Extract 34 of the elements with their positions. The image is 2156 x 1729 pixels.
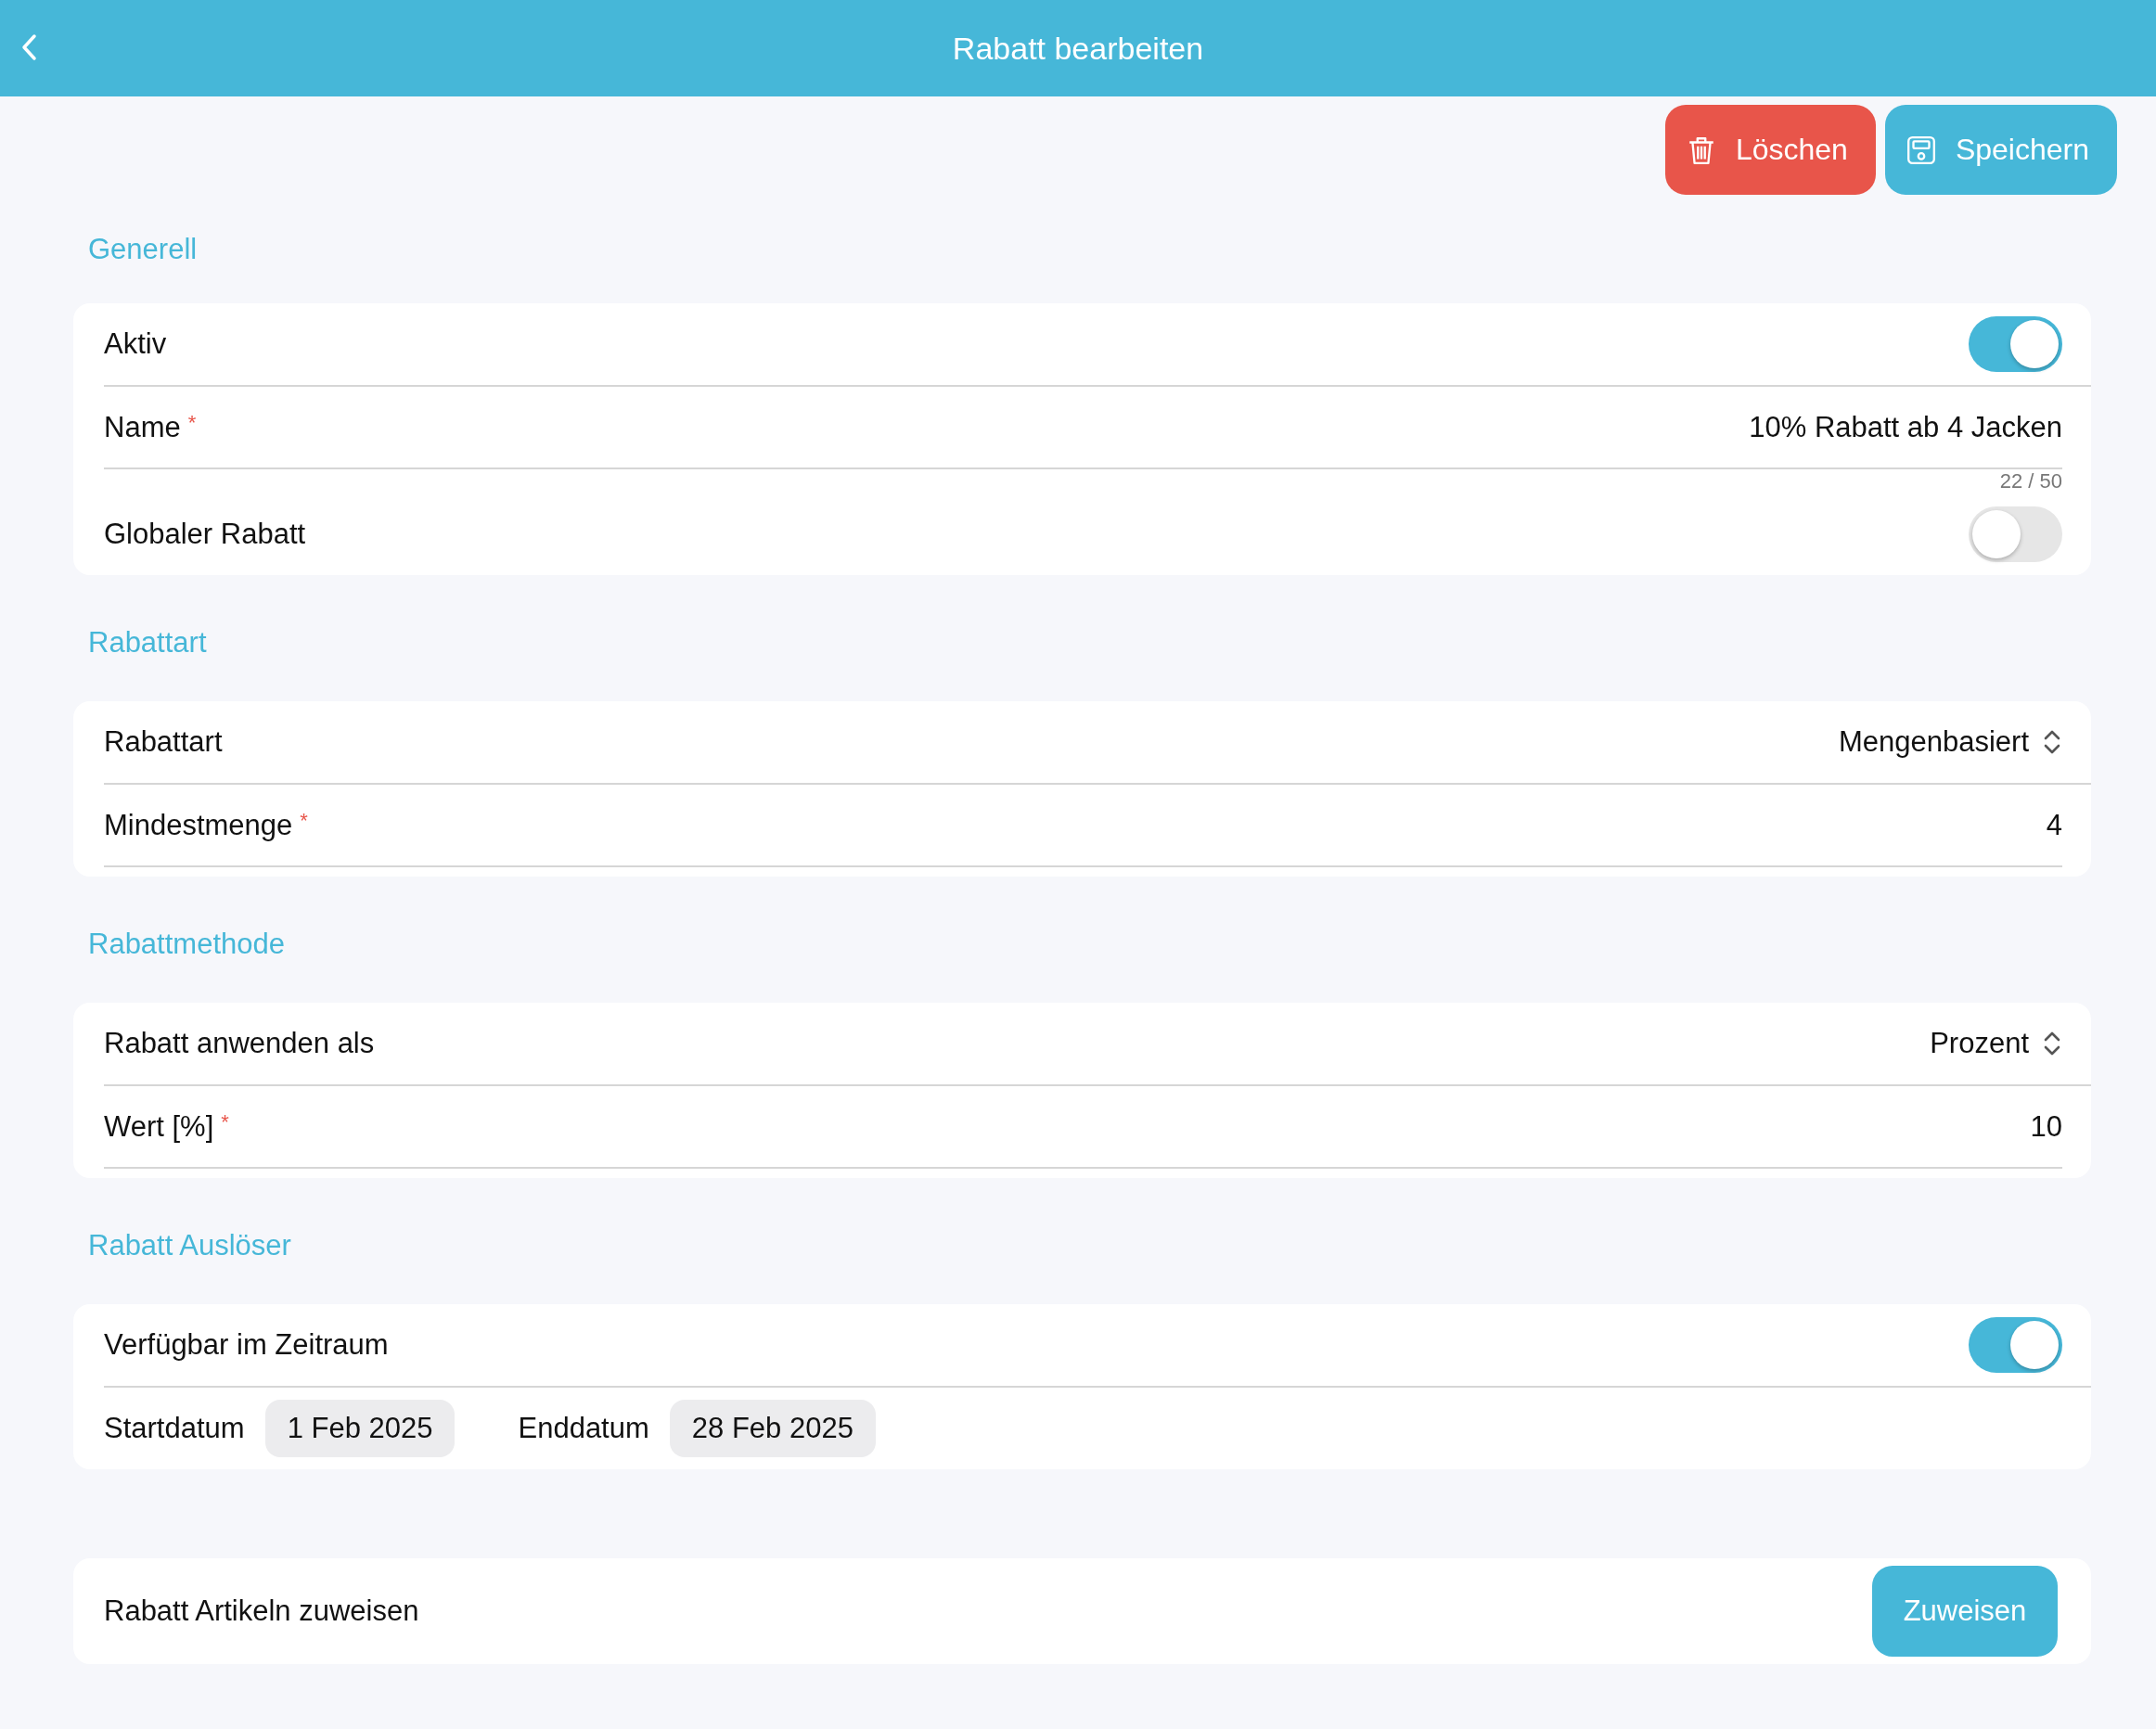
- field-label: Name: [104, 410, 181, 444]
- field-label: Enddatum: [518, 1412, 649, 1445]
- field-label: Startdatum: [104, 1412, 245, 1445]
- text-field[interactable]: 4: [1227, 808, 2062, 842]
- field-label: Rabatt anwenden als: [104, 1027, 375, 1060]
- field-label: Wert [%]: [104, 1109, 214, 1144]
- character-counter: 22 / 50: [1999, 469, 2062, 493]
- field-label: Aktiv: [104, 327, 167, 361]
- delete-button[interactable]: Löschen: [1664, 105, 1876, 195]
- field-label: Mindestmenge: [104, 808, 293, 842]
- field-label: Rabattart: [104, 725, 223, 759]
- field-label: Globaler Rabatt: [104, 518, 306, 551]
- section-title: Rabatt Auslöser: [88, 1228, 292, 1263]
- field-label: Rabatt Artikeln zuweisen: [104, 1595, 419, 1628]
- select-dropdown[interactable]: Mengenbasiert: [1838, 725, 2062, 759]
- date-button[interactable]: 1 Feb 2025: [264, 1400, 456, 1457]
- chevron-left-icon: [20, 33, 37, 61]
- section-title: Rabattart: [88, 625, 208, 660]
- field-label: Verfügbar im Zeitraum: [104, 1328, 389, 1362]
- select-dropdown[interactable]: Prozent: [1930, 1027, 2062, 1060]
- page-title: Rabatt bearbeiten: [952, 30, 1204, 67]
- chevron-up-down-icon: [2042, 1030, 2062, 1057]
- required-mark: *: [187, 410, 197, 435]
- date-button[interactable]: 28 Feb 2025: [669, 1400, 876, 1457]
- section-title: Rabattmethode: [88, 927, 286, 962]
- text-field[interactable]: 10% Rabatt ab 4 Jacken: [1227, 410, 2062, 444]
- toggle-switch[interactable]: [1969, 1317, 2062, 1373]
- chevron-up-down-icon: [2042, 728, 2062, 756]
- text-field[interactable]: 10: [1227, 1109, 2062, 1144]
- section-title: Generell: [88, 231, 199, 267]
- toggle-switch[interactable]: [1969, 506, 2062, 562]
- toggle-switch[interactable]: [1969, 316, 2062, 372]
- required-mark: *: [300, 808, 308, 833]
- required-mark: *: [221, 1109, 229, 1134]
